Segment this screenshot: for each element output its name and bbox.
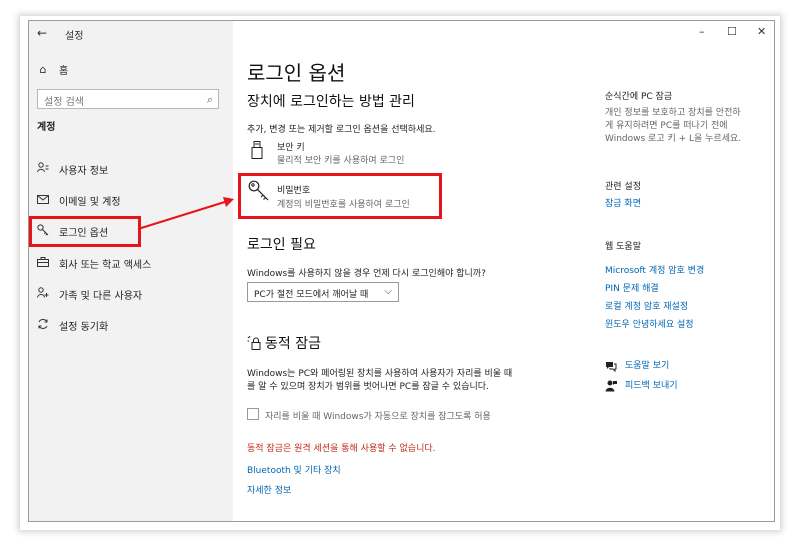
annotation-arrow (137, 197, 234, 230)
screenshot-frame: ← 설정 ⌂ 홈 설정 검색 ⌕ 계정 사용자 정보 이메일 및 계정 로그인 … (20, 16, 780, 530)
